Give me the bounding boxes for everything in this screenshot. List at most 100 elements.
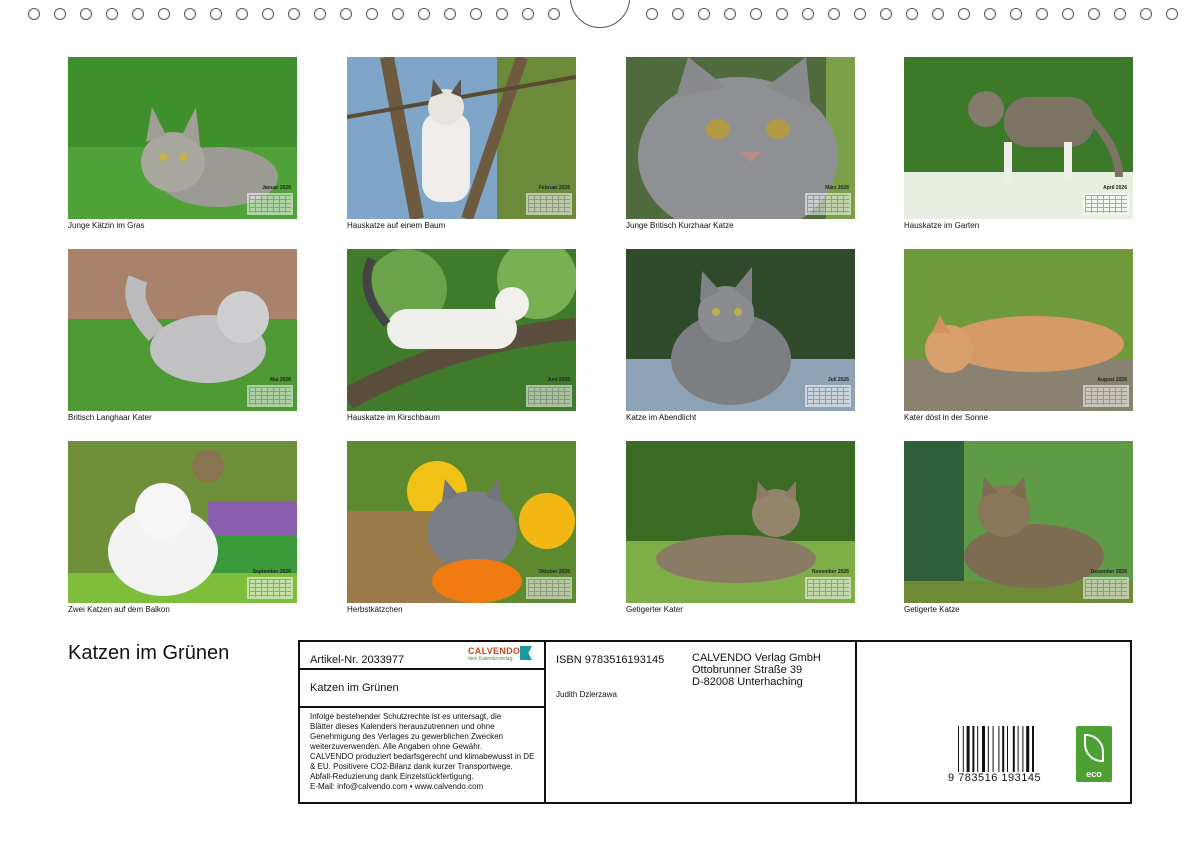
binding-ring [698, 8, 710, 20]
legal-line: Infolge bestehender Schutzrechte ist es … [310, 712, 502, 721]
publisher-street: Ottobrunner Straße 39 [692, 664, 803, 676]
photo-caption: Junge Kätzin im Gras [68, 221, 145, 230]
product-info-box: Artikel-Nr. 2033977 CALVENDO dein Kalend… [298, 640, 1132, 804]
binding-ring [132, 8, 144, 20]
binding-ring [1036, 8, 1048, 20]
binding-ring [828, 8, 840, 20]
binding-ring [106, 8, 118, 20]
barcode-bar [1032, 726, 1034, 774]
barcode-bar [1022, 726, 1024, 774]
photo-january: Januar 2026 [68, 57, 297, 219]
photo-june: Juni 2026 [347, 249, 576, 411]
binding-ring [470, 8, 482, 20]
photo-caption: Getigerter Kater [626, 605, 683, 614]
divider [300, 668, 544, 670]
mini-calendar: November 2026 [805, 569, 851, 599]
binding-ring [984, 8, 996, 20]
binding-ring [1114, 8, 1126, 20]
binding-ring [802, 8, 814, 20]
legal-line: Abfall-Reduzierung dank Einzelstückferti… [310, 772, 474, 781]
legal-line: weiterzuverwenden. Alle Angaben ohne Gew… [310, 742, 483, 751]
mini-calendar: Juni 2026 [526, 377, 572, 407]
logo-text: CALVENDO [468, 646, 521, 656]
publisher-name: CALVENDO Verlag GmbH [692, 652, 821, 664]
photo-caption: Hauskatze im Garten [904, 221, 980, 230]
logo-flag-icon [520, 646, 532, 660]
publisher-city: D-82008 Unterhaching [692, 676, 803, 688]
photo-july: Juli 2026 [626, 249, 855, 411]
barcode-number: 9 783516 193145 [948, 772, 1042, 784]
binding-ring [958, 8, 970, 20]
photo-caption: Katze im Abendlicht [626, 413, 697, 422]
photo-caption: Hauskatze auf einem Baum [347, 221, 446, 230]
binding-ring [1088, 8, 1100, 20]
legal-line: & EU. Positivere CO2-Bilanz dank kurzer … [310, 762, 513, 771]
binding-ring [288, 8, 300, 20]
binding-ring [548, 8, 560, 20]
divider [300, 706, 544, 708]
mini-calendar: Oktober 2026 [526, 569, 572, 599]
author: Judith Dzierzawa [556, 690, 617, 699]
mini-calendar: Februar 2026 [526, 185, 572, 215]
binding-ring [340, 8, 352, 20]
photo-caption: Britisch Langhaar Kater [68, 413, 152, 422]
binding-ring [392, 8, 404, 20]
photo-december: Dezember 2026 [904, 441, 1133, 603]
photo-february: Februar 2026 [347, 57, 576, 219]
binding-ring [1010, 8, 1022, 20]
photo-september: September 2026 [68, 441, 297, 603]
binding-ring [28, 8, 40, 20]
photo-caption: Hauskatze im Kirschbaum [347, 413, 440, 422]
binding-ring [366, 8, 378, 20]
binding-ring [314, 8, 326, 20]
barcode-bar [998, 726, 1000, 774]
binding-ring [522, 8, 534, 20]
eco-badge: eco [1076, 726, 1112, 782]
binding-ring [932, 8, 944, 20]
binding-ring [496, 8, 508, 20]
binding-ring [776, 8, 788, 20]
binding-ring [184, 8, 196, 20]
barcode-bar [1002, 726, 1005, 774]
mini-calendar: Mai 2026 [247, 377, 293, 407]
mini-calendar: Juli 2026 [805, 377, 851, 407]
divider [855, 642, 857, 802]
calvendo-logo: CALVENDO dein Kalenderverlag [468, 646, 532, 662]
photo-november: November 2026 [626, 441, 855, 603]
barcode-bar [992, 726, 994, 774]
photo-april: April 2026 [904, 57, 1133, 219]
photo-caption: Zwei Katzen auf dem Balkon [68, 605, 170, 614]
binding-ring [750, 8, 762, 20]
binding-ring [906, 8, 918, 20]
divider [544, 642, 546, 802]
binding-ring [210, 8, 222, 20]
legal-line: Genehmigung des Verlages zu gewerblichen… [310, 732, 504, 741]
barcode-bar [1026, 726, 1030, 774]
barcode-bar [987, 726, 989, 774]
product-title: Katzen im Grünen [310, 682, 399, 694]
barcode-bar [962, 726, 964, 774]
barcode-bar [982, 726, 985, 774]
photo-caption: Junge Britisch Kurzhaar Katze [626, 221, 734, 230]
photo-october: Oktober 2026 [347, 441, 576, 603]
photo-march: März 2026 [626, 57, 855, 219]
mini-calendar: März 2026 [805, 185, 851, 215]
barcode-bar [972, 726, 975, 774]
binding-ring [1062, 8, 1074, 20]
binding-ring [54, 8, 66, 20]
binding-ring [672, 8, 684, 20]
mini-calendar: August 2026 [1083, 377, 1129, 407]
leaf-icon [1084, 734, 1104, 762]
legal-line: E-Mail: info@calvendo.com • www.calvendo… [310, 782, 484, 791]
article-number: Artikel-Nr. 2033977 [310, 654, 405, 666]
barcode-bar [977, 726, 979, 774]
binding-ring [80, 8, 92, 20]
mini-calendar: Januar 2026 [247, 185, 293, 215]
binding-ring [1140, 8, 1152, 20]
barcode-bar [966, 726, 970, 774]
mini-calendar: September 2026 [247, 569, 293, 599]
hanger-hole [570, 0, 630, 28]
logo-subtext: dein Kalenderverlag [468, 656, 513, 662]
mini-calendar: Dezember 2026 [1083, 569, 1129, 599]
barcode-bar [958, 726, 959, 774]
